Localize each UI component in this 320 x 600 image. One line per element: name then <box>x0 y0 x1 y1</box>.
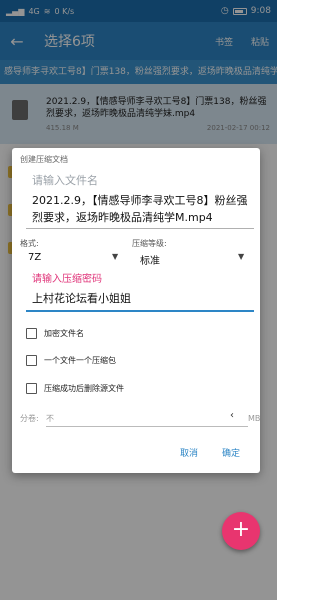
filename-input[interactable]: 2021.2.9，【情感导师李寻欢工号8】粉丝强烈要求，返场昨晚极品清纯学M.m… <box>32 192 254 226</box>
cancel-button[interactable]: 取消 <box>180 446 198 459</box>
create-archive-dialog: 创建压缩文档 请输入文件名 2021.2.9，【情感导师李寻欢工号8】粉丝强烈要… <box>12 148 260 473</box>
dialog-title: 创建压缩文档 <box>20 155 68 164</box>
filename-underline <box>26 228 254 229</box>
chevron-left-icon[interactable]: ‹ <box>230 410 234 421</box>
volume-input[interactable]: 不 <box>46 413 54 424</box>
format-select[interactable]: 7Z <box>28 252 41 263</box>
dropdown-arrow-icon[interactable]: ▼ <box>112 252 118 261</box>
password-hint: 请输入压缩密码 <box>32 274 102 285</box>
volume-label: 分卷: <box>20 414 39 423</box>
add-fab[interactable]: + <box>222 512 260 550</box>
checkbox-icon[interactable] <box>26 355 37 366</box>
filename-hint: 请输入文件名 <box>32 174 98 187</box>
checkbox-icon[interactable] <box>26 383 37 394</box>
checkbox-label: 加密文件名 <box>44 329 84 338</box>
password-underline <box>26 310 254 312</box>
ok-button[interactable]: 确定 <box>222 446 240 459</box>
password-input[interactable]: 上村花论坛看小姐姐 <box>32 290 131 306</box>
volume-unit: MB <box>248 414 261 423</box>
plus-icon: + <box>231 517 251 542</box>
checkbox-label: 一个文件一个压缩包 <box>44 356 116 365</box>
checkbox-one-file-per-archive[interactable]: 一个文件一个压缩包 <box>26 355 116 366</box>
dropdown-arrow-icon[interactable]: ▼ <box>238 252 244 261</box>
level-select[interactable]: 标准 <box>140 252 160 267</box>
checkbox-label: 压缩成功后删除源文件 <box>44 384 124 393</box>
checkbox-icon[interactable] <box>26 328 37 339</box>
format-label: 格式: <box>20 239 39 248</box>
level-label: 压缩等级: <box>132 239 167 248</box>
volume-underline <box>46 426 248 427</box>
checkbox-encrypt-filename[interactable]: 加密文件名 <box>26 328 84 339</box>
checkbox-delete-source[interactable]: 压缩成功后删除源文件 <box>26 383 124 394</box>
